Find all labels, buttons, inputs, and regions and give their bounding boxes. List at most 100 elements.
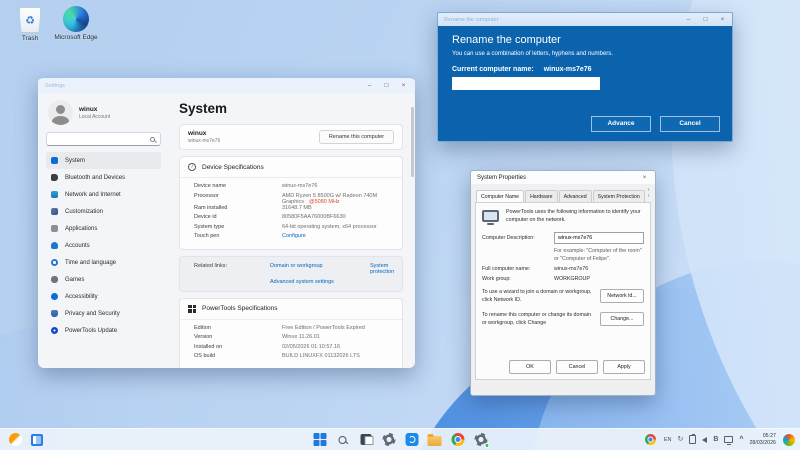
computer-description-input[interactable] xyxy=(554,232,644,244)
account-summary[interactable]: winux Local Account xyxy=(46,98,161,132)
spec-row: Installed on 02/05/2026 01:10:57.16 xyxy=(194,344,394,354)
related-links-label: Related links: xyxy=(194,263,270,275)
copilot-button[interactable] xyxy=(782,433,796,447)
file-explorer-button[interactable] xyxy=(428,433,442,447)
cancel-button[interactable]: Cancel xyxy=(556,360,598,374)
customization-icon xyxy=(51,208,58,215)
network-id-button[interactable]: Network id... xyxy=(600,289,644,303)
sidebar-item-label: System xyxy=(65,158,85,164)
settings-main-panel: System winux winux-ms7e76 Rename this co… xyxy=(169,93,415,368)
tab-hardware[interactable]: Hardware xyxy=(525,190,558,202)
sidebar-item-label: Time and language xyxy=(65,260,116,266)
desktop-icon-label: Microsoft Edge xyxy=(52,34,100,41)
speaker-icon[interactable] xyxy=(702,437,707,443)
sync-icon[interactable]: ↻ xyxy=(677,436,683,443)
search-icon xyxy=(339,436,347,444)
computer-icon xyxy=(482,210,499,222)
bluetooth-icon xyxy=(51,174,58,181)
minimize-button[interactable]: – xyxy=(362,80,377,91)
powertools-specifications-header[interactable]: PowerTools Specifications xyxy=(180,299,402,320)
sidebar-item-accessibility[interactable]: Accessibility xyxy=(46,288,161,305)
device-specifications-header[interactable]: i Device Specifications xyxy=(180,157,402,178)
advance-button[interactable]: Advance xyxy=(591,116,651,132)
sidebar-item-accounts[interactable]: Accounts xyxy=(46,237,161,254)
change-button[interactable]: Change... xyxy=(600,312,644,326)
dialog-heading: Rename the computer xyxy=(452,34,718,46)
sidebar-item-label: Accounts xyxy=(65,243,90,249)
sidebar-item-applications[interactable]: Applications xyxy=(46,220,161,237)
start-button[interactable] xyxy=(313,433,327,447)
applications-icon xyxy=(51,225,58,232)
display-icon[interactable] xyxy=(724,436,733,443)
rename-computer-button[interactable]: Rename this computer xyxy=(319,130,394,144)
sidebar-item-label: Bluetooth and Devices xyxy=(65,175,125,181)
new-computer-name-input[interactable] xyxy=(452,77,600,90)
system-properties-titlebar[interactable]: System Properties × xyxy=(471,171,655,184)
computer-name-tab-page: PowerTools uses the following informatio… xyxy=(475,202,651,380)
store-app-button[interactable] xyxy=(405,433,419,447)
sidebar-item-customization[interactable]: Customization xyxy=(46,203,161,220)
sidebar-item-label: Accessibility xyxy=(65,294,98,300)
language-indicator[interactable]: EN xyxy=(664,437,672,443)
minimize-button[interactable]: – xyxy=(681,14,696,25)
domain-or-workgroup-link[interactable]: Domain or workgroup xyxy=(270,263,370,275)
bluetooth-icon[interactable]: B xyxy=(713,436,718,443)
powertools-app-button[interactable] xyxy=(474,433,488,447)
maximize-button[interactable]: □ xyxy=(379,80,394,91)
full-computer-name-value: winux-ms7e76 xyxy=(554,266,644,272)
weather-button[interactable] xyxy=(8,433,22,447)
tab-scroll-arrows[interactable]: ‹ › xyxy=(648,187,652,202)
current-name-value: winux-ms7e76 xyxy=(544,66,592,73)
desktop-icon-edge[interactable]: Microsoft Edge xyxy=(52,6,100,41)
weather-icon xyxy=(9,433,22,446)
clock-date: 28/03/2026 xyxy=(749,440,776,447)
system-protection-link[interactable]: System protection xyxy=(370,263,394,275)
sidebar-item-bluetooth-and-devices[interactable]: Bluetooth and Devices xyxy=(46,169,161,186)
close-button[interactable]: × xyxy=(715,14,730,25)
maximize-button[interactable]: □ xyxy=(698,14,713,25)
chrome-tray-button[interactable] xyxy=(644,433,658,447)
sidebar-item-powertools-update[interactable]: PowerTools Update xyxy=(46,322,161,339)
search-icon xyxy=(150,137,155,142)
tab-system-protection[interactable]: System Protection xyxy=(593,190,645,202)
apply-button[interactable]: Apply xyxy=(603,360,645,374)
device-hostname: winux-ms7e76 xyxy=(188,138,220,144)
tab-advanced[interactable]: Advanced xyxy=(559,190,592,202)
settings-app-button[interactable] xyxy=(382,433,396,447)
start-icon xyxy=(313,433,326,446)
settings-titlebar[interactable]: Settings – □ × xyxy=(38,78,415,93)
time-language-icon xyxy=(51,259,58,266)
sidebar-item-network-and-internet[interactable]: Network and Internet xyxy=(46,186,161,203)
advanced-system-settings-link[interactable]: Advanced system settings xyxy=(270,279,370,285)
store-icon xyxy=(405,433,418,446)
desktop-icon-trash[interactable]: Trash xyxy=(6,7,54,42)
task-view-button[interactable] xyxy=(359,433,373,447)
close-button[interactable]: × xyxy=(637,172,652,183)
sidebar-item-privacy-and-security[interactable]: Privacy and Security xyxy=(46,305,161,322)
taskbar-clock[interactable]: 05:27 28/03/2026 xyxy=(749,433,776,447)
sidebar-item-system[interactable]: System xyxy=(46,152,161,169)
search-button[interactable] xyxy=(336,433,350,447)
user-name: winux xyxy=(79,106,110,113)
configure-touch-pen-link[interactable]: Configure xyxy=(282,233,394,239)
scrollbar-thumb[interactable] xyxy=(411,107,414,177)
scrollbar[interactable] xyxy=(411,97,414,357)
rename-dialog-titlebar[interactable]: Rename the computer – □ × xyxy=(438,13,732,26)
update-icon xyxy=(51,327,58,334)
widgets-button[interactable] xyxy=(30,433,44,447)
tray-chevron-up-icon[interactable]: ^ xyxy=(739,436,743,443)
description-example-text: For example: "Computer of the room" or "… xyxy=(554,248,644,264)
device-card: winux winux-ms7e76 Rename this computer xyxy=(179,124,403,150)
clipboard-icon[interactable] xyxy=(689,435,696,444)
gear-icon xyxy=(382,433,395,446)
ok-button[interactable]: OK xyxy=(509,360,551,374)
cancel-button[interactable]: Cancel xyxy=(660,116,720,132)
sidebar-item-time-and-language[interactable]: Time and language xyxy=(46,254,161,271)
close-button[interactable]: × xyxy=(396,80,411,91)
search-input[interactable] xyxy=(46,132,161,146)
account-type: Local Account xyxy=(79,114,110,120)
recycle-bin-icon xyxy=(19,7,41,33)
spec-row: Processor AMD Ryzen 5 8500G w/ Radeon 74… xyxy=(194,193,394,205)
chrome-app-button[interactable] xyxy=(451,433,465,447)
sidebar-item-games[interactable]: Games xyxy=(46,271,161,288)
